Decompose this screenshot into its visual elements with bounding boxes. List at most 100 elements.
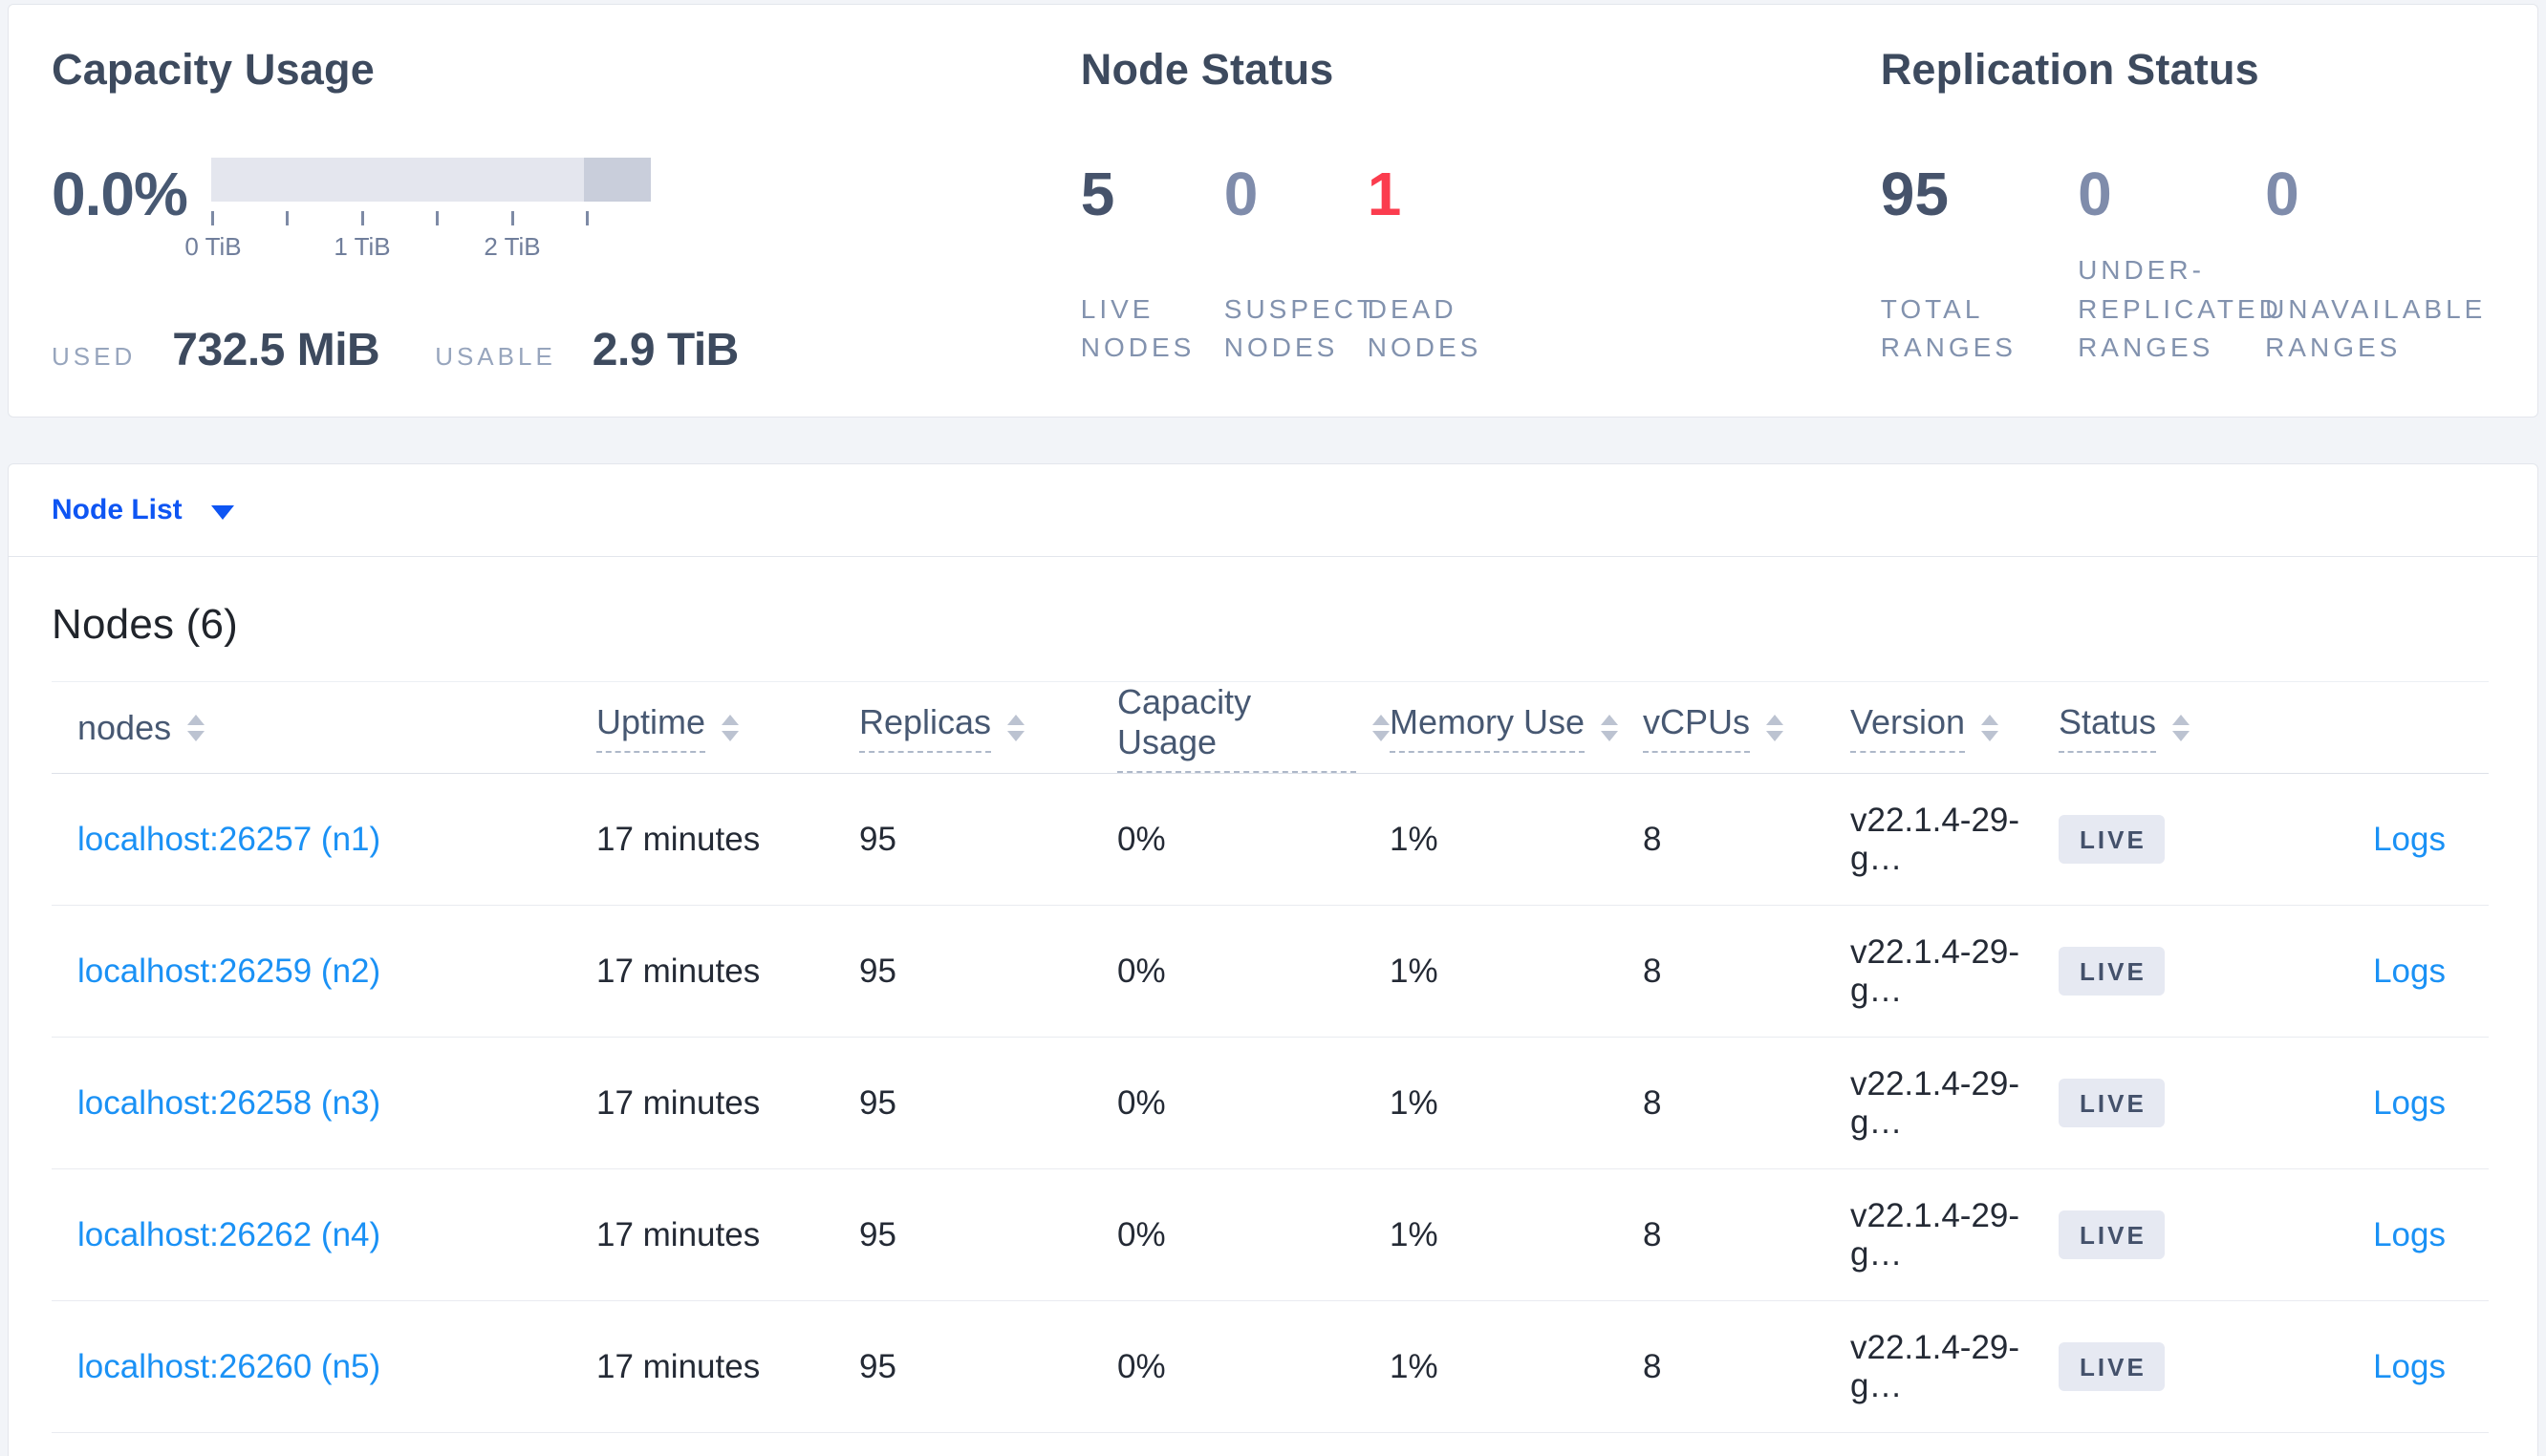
usable-value: 2.9 TiB [592, 324, 740, 375]
replication-status-title: Replication Status [1880, 45, 2259, 94]
version-cell: v22.1.4-29-g… [1850, 1328, 2020, 1404]
cluster-summary-card: Capacity Usage 0.0% 0 TiB 1 TiB 2 TiB US… [8, 4, 2538, 418]
table-row: localhost:26258 (n3) 17 minutes 95 0% 1%… [52, 1038, 2489, 1169]
capacity-gauge-bar [211, 157, 651, 202]
gauge-tick [211, 210, 214, 225]
node-link[interactable]: localhost:26258 (n3) [77, 1084, 380, 1122]
suspect-nodes-stat: 0 SUSPECT NODES [1223, 158, 1377, 368]
status-badge: LIVE [2059, 1210, 2165, 1259]
capacity-usage-cell: 0% [1117, 952, 1166, 990]
unavailable-ranges-value: 0 [2265, 159, 2299, 228]
uptime-cell: 17 minutes [596, 1347, 761, 1385]
logs-link[interactable]: Logs [2373, 821, 2446, 858]
gauge-tick [361, 210, 364, 225]
sort-icon[interactable] [722, 714, 740, 741]
column-header-uptime[interactable]: Uptime [596, 702, 859, 753]
used-value: 732.5 MiB [172, 324, 380, 375]
vcpus-cell: 8 [1643, 1083, 1662, 1122]
replicas-cell: 95 [859, 1083, 896, 1122]
logs-link[interactable]: Logs [2373, 1084, 2446, 1122]
uptime-cell: 17 minutes [596, 1083, 761, 1122]
total-ranges-stat: 95 TOTAL RANGES [1881, 158, 2078, 368]
chevron-down-icon [210, 504, 234, 520]
vcpus-cell: 8 [1643, 1347, 1662, 1385]
total-ranges-label: TOTAL RANGES [1880, 293, 2017, 363]
logs-link[interactable]: Logs [2373, 953, 2446, 990]
gauge-tick [586, 210, 589, 225]
memory-use-cell: 1% [1390, 1215, 1438, 1253]
sort-icon[interactable] [1601, 714, 1619, 741]
vcpus-cell: 8 [1643, 1215, 1662, 1253]
used-label: USED [52, 341, 137, 371]
logs-link[interactable]: Logs [2373, 1348, 2446, 1385]
capacity-gauge-ticks [211, 210, 651, 226]
node-link[interactable]: localhost:26259 (n2) [77, 953, 380, 990]
node-link[interactable]: localhost:26262 (n4) [77, 1216, 380, 1253]
sort-icon[interactable] [187, 714, 205, 741]
replication-status-panel: Replication Status 95 TOTAL RANGES 0 UND… [1881, 45, 2494, 417]
under-replicated-ranges-value: 0 [2078, 159, 2112, 228]
column-header-memory-use[interactable]: Memory Use [1390, 702, 1643, 753]
under-replicated-ranges-label: UNDER-REPLICATED RANGES [2078, 254, 2282, 363]
capacity-percent-value: 0.0% [52, 159, 188, 228]
memory-use-cell: 1% [1390, 952, 1438, 990]
uptime-cell: 17 minutes [596, 1215, 761, 1253]
node-list-dropdown-label[interactable]: Node List [52, 494, 183, 526]
replicas-cell: 95 [859, 1347, 896, 1385]
live-nodes-value: 5 [1080, 159, 1115, 228]
node-link[interactable]: localhost:26257 (n1) [77, 821, 380, 858]
dead-nodes-value: 1 [1367, 159, 1402, 228]
gauge-tick-label: 2 TiB [484, 231, 541, 261]
table-row: localhost:26257 (n1) 17 minutes 95 0% 1%… [52, 774, 2489, 906]
column-header-nodes[interactable]: nodes [52, 708, 596, 748]
under-replicated-ranges-stat: 0 UNDER-REPLICATED RANGES [2078, 158, 2278, 368]
replicas-cell: 95 [859, 820, 896, 858]
logs-link[interactable]: Logs [2373, 1216, 2446, 1253]
vcpus-cell: 8 [1643, 820, 1662, 858]
column-header-version[interactable]: Version [1850, 702, 2059, 753]
capacity-usage-cell: 0% [1117, 1083, 1166, 1122]
sort-icon[interactable] [1766, 714, 1784, 741]
column-header-status[interactable]: Status [2059, 702, 2345, 753]
status-badge: LIVE [2059, 1079, 2165, 1127]
replicas-cell: 95 [859, 952, 896, 990]
gauge-tick-label: 0 TiB [184, 231, 242, 261]
suspect-nodes-label: SUSPECT NODES [1223, 293, 1377, 363]
status-badge: LIVE [2059, 815, 2165, 864]
column-header-capacity-usage[interactable]: Capacity Usage [1117, 682, 1390, 773]
total-ranges-value: 95 [1880, 159, 1949, 228]
gauge-tick-label: 1 TiB [334, 231, 391, 261]
node-link[interactable]: localhost:26260 (n5) [77, 1348, 380, 1385]
sort-icon[interactable] [2172, 714, 2190, 741]
sort-icon[interactable] [1981, 714, 1999, 741]
nodes-section-title: Nodes (6) [52, 601, 238, 648]
live-nodes-label: LIVE NODES [1080, 293, 1196, 363]
capacity-usage-panel: Capacity Usage 0.0% 0 TiB 1 TiB 2 TiB US… [52, 45, 1081, 417]
live-nodes-stat: 5 LIVE NODES [1081, 158, 1224, 368]
unavailable-ranges-label: UNAVAILABLE RANGES [2265, 293, 2487, 363]
gauge-tick [436, 210, 439, 225]
gauge-tick [286, 210, 289, 225]
sort-icon[interactable] [1372, 714, 1390, 741]
suspect-nodes-value: 0 [1223, 159, 1259, 228]
node-status-title: Node Status [1080, 45, 1334, 94]
uptime-cell: 17 minutes [596, 952, 761, 990]
status-badge: LIVE [2059, 1342, 2165, 1391]
memory-use-cell: 1% [1390, 1083, 1438, 1122]
uptime-cell: 17 minutes [596, 820, 761, 858]
node-list-dropdown[interactable]: Node List [9, 464, 2537, 557]
capacity-usage-cell: 0% [1117, 1347, 1166, 1385]
dead-nodes-label: DEAD NODES [1367, 293, 1482, 363]
node-status-panel: Node Status 5 LIVE NODES 0 SUSPECT NODES… [1081, 45, 1881, 417]
node-list-card: Node List Nodes (6) nodes Uptime Replica… [8, 463, 2538, 1456]
sort-icon[interactable] [1007, 714, 1025, 741]
column-header-vcpus[interactable]: vCPUs [1643, 702, 1850, 753]
table-row: localhost:26262 (n4) 17 minutes 95 0% 1%… [52, 1169, 2489, 1301]
vcpus-cell: 8 [1643, 952, 1662, 990]
table-row: localhost:26259 (n2) 17 minutes 95 0% 1%… [52, 906, 2489, 1038]
version-cell: v22.1.4-29-g… [1850, 1196, 2020, 1273]
replicas-cell: 95 [859, 1215, 896, 1253]
version-cell: v22.1.4-29-g… [1850, 1064, 2020, 1141]
column-header-replicas[interactable]: Replicas [859, 702, 1117, 753]
nodes-table-header: nodes Uptime Replicas Capacity Usage Mem… [52, 682, 2489, 774]
